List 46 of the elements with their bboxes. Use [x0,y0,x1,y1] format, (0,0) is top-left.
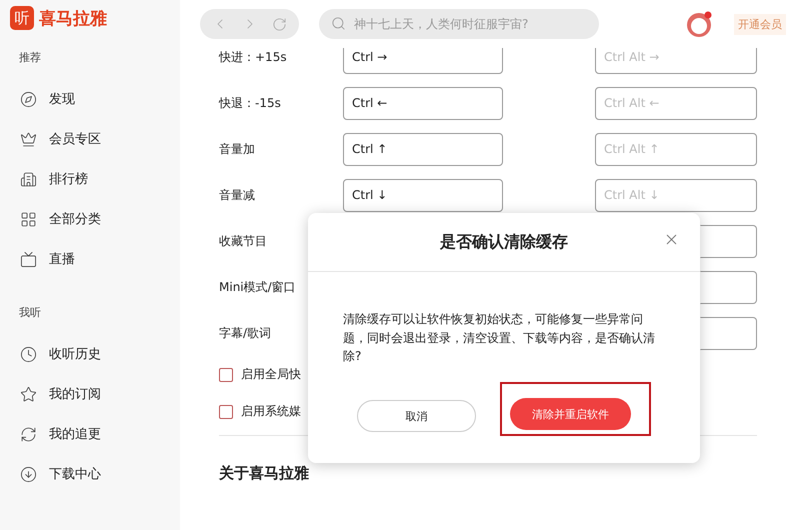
shortcut-field[interactable]: Ctrl ↓ [343,178,503,212]
section-title: 推荐 [19,50,42,65]
avatar-icon[interactable] [686,10,714,38]
checkbox[interactable] [219,368,233,382]
grid-icon [20,210,37,228]
dialog-title: 是否确认清除缓存 [440,232,568,252]
shortcut-label: 快进：+15s [219,48,288,66]
tv-icon [20,250,37,268]
checkbox[interactable] [219,404,233,418]
sidebar-item[interactable]: 收听历史 [10,334,180,374]
logo-icon: 听 [10,6,34,30]
shortcut-field[interactable]: Ctrl → [343,48,503,74]
app-name: 喜马拉雅 [39,8,107,30]
sidebar-item[interactable]: 我的追更 [10,414,180,454]
sidebar-item[interactable]: 下载中心 [10,454,180,494]
sidebar-item[interactable]: 我的订阅 [10,374,180,414]
sidebar-item[interactable]: 排行榜 [10,159,180,199]
shortcut-label: Mini模式/窗口 [219,278,297,296]
compass-icon [20,90,37,108]
download-icon [20,466,37,482]
shortcut-field[interactable]: Ctrl ↑ [343,132,503,166]
refresh-icon[interactable] [272,16,287,32]
sidebar-item[interactable]: 直播 [10,239,180,279]
shortcut-label: 字幕/歌词 [219,324,272,342]
buildings-icon [20,170,37,188]
option-label: 启用系统媒 [241,403,301,420]
sidebar-item[interactable]: 会员专区 [10,119,180,159]
search-field[interactable]: 神十七上天，人类何时征服宇宙? [319,9,599,39]
cancel-button[interactable]: 取消 [357,400,476,432]
section-heading: 关于喜马拉雅 [219,464,310,483]
clock-icon [20,346,37,362]
shortcut-label: 音量加 [219,140,256,158]
refresh-icon [20,426,37,442]
option-label: 启用全局快 [241,366,301,383]
sidebar-item[interactable]: 全部分类 [10,199,180,239]
sidebar-item[interactable]: 发现 [10,79,180,119]
search-icon [331,16,346,31]
star-icon [20,386,37,402]
shortcut-label: 快退：-15s [219,94,282,112]
dialog-message: 清除缓存可以让软件恢复初始状态，可能修复一些异常问题，同时会退出登录，清空设置、下载等内容，是否确认清除? [343,311,656,366]
crown-icon [20,130,37,148]
confirm-button[interactable]: 清除并重启软件 [510,398,631,430]
section-title: 我听 [19,305,42,320]
shortcut-label: 音量减 [219,186,256,204]
shortcut-field[interactable]: Ctrl ← [343,86,503,120]
shortcut-label: 收藏节目 [219,232,268,250]
